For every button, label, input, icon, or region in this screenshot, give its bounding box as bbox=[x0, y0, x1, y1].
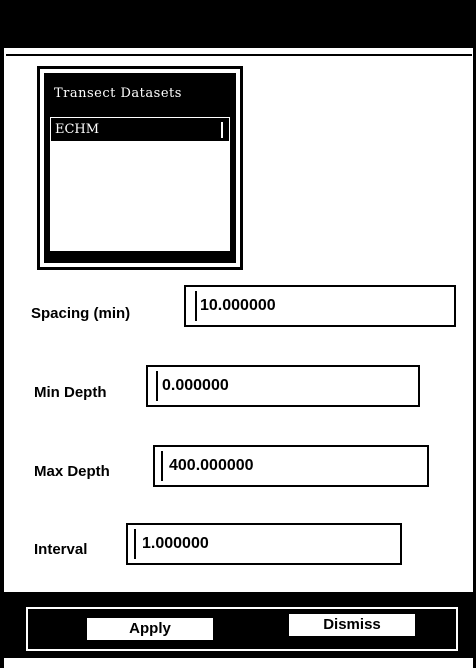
spacing-label: Spacing (min) bbox=[31, 305, 131, 322]
window-title-bar[interactable] bbox=[0, 0, 476, 48]
action-bar-frame: Apply Dismiss bbox=[26, 607, 458, 651]
interval-input[interactable] bbox=[126, 523, 402, 565]
max-depth-input[interactable] bbox=[153, 445, 429, 487]
bottom-border bbox=[4, 654, 473, 658]
selection-marker bbox=[221, 122, 223, 138]
list-header: Transect Datasets bbox=[46, 75, 234, 113]
list-item-selected[interactable]: ECHM bbox=[50, 117, 230, 141]
text-cursor bbox=[195, 291, 197, 321]
transect-datasets-list[interactable]: Transect Datasets ECHM bbox=[44, 73, 236, 263]
transect-datasets-panel: Transect Datasets ECHM bbox=[37, 66, 243, 270]
interval-label: Interval bbox=[34, 541, 88, 558]
text-cursor bbox=[134, 529, 136, 559]
min-depth-label: Min Depth bbox=[34, 384, 107, 401]
min-depth-input[interactable] bbox=[146, 365, 420, 407]
text-cursor bbox=[161, 451, 163, 481]
top-divider bbox=[6, 54, 472, 56]
dismiss-button[interactable]: Dismiss bbox=[289, 614, 415, 636]
list-item-label: ECHM bbox=[55, 122, 100, 137]
max-depth-label: Max Depth bbox=[34, 463, 110, 480]
apply-button[interactable]: Apply bbox=[87, 618, 213, 640]
list-empty-area[interactable] bbox=[50, 141, 230, 251]
text-cursor bbox=[156, 371, 158, 401]
action-bar: Apply Dismiss bbox=[4, 592, 473, 654]
spacing-input[interactable] bbox=[184, 285, 456, 327]
